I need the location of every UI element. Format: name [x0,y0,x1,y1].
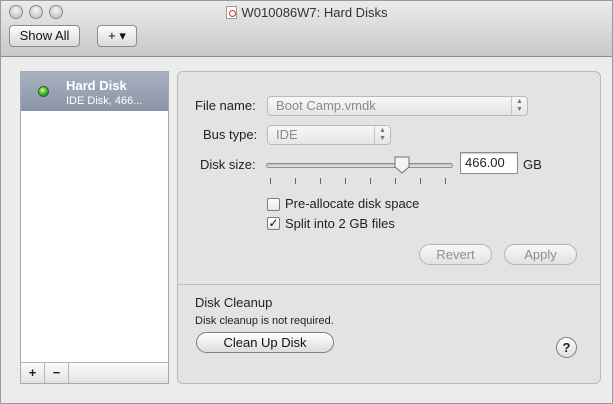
file-name-popup[interactable]: Boot Camp.vmdk ▲ ▼ [267,96,528,116]
slider-tick [320,178,321,184]
popup-arrows-icon: ▲ ▼ [511,97,527,115]
disk-size-field[interactable]: 466.00 [460,152,518,174]
sidebar-item-hard-disk[interactable]: Hard Disk IDE Disk, 466... [21,72,168,111]
apply-button[interactable]: Apply [504,244,577,265]
popup-arrows-icon: ▲ ▼ [374,126,390,144]
bus-type-popup[interactable]: IDE ▲ ▼ [267,125,391,145]
sidebar-footer: + − [21,362,168,383]
bus-type-label: Bus type: [203,127,258,142]
file-name-label: File name: [195,98,256,113]
sidebar-item-name: Hard Disk [66,78,127,93]
disk-size-label: Disk size: [200,157,256,172]
disk-size-unit: GB [523,157,542,172]
hard-disks-window: W010086W7: Hard Disks Show All + ▾ Hard … [0,0,613,404]
show-all-button[interactable]: Show All [9,25,80,47]
slider-tick [395,178,396,184]
split-files-label: Split into 2 GB files [285,216,395,231]
disk-size-slider-track[interactable] [266,163,453,168]
section-divider [178,284,600,285]
disk-size-slider-knob[interactable] [394,156,410,174]
title-bar: W010086W7: Hard Disks Show All + ▾ [1,1,612,57]
clean-up-disk-button[interactable]: Clean Up Disk [196,332,334,353]
slider-tick [270,178,271,184]
preallocate-checkbox[interactable] [267,198,280,211]
slider-tick [370,178,371,184]
slider-tick [445,178,446,184]
window-title-container: W010086W7: Hard Disks [1,5,612,20]
slider-tick [345,178,346,184]
window-title: W010086W7: Hard Disks [241,5,388,20]
sidebar-item-description: IDE Disk, 466... [66,95,143,107]
disk-cleanup-status: Disk cleanup is not required. [195,315,334,327]
slider-tick [420,178,421,184]
help-icon[interactable]: ? [556,337,577,358]
revert-button[interactable]: Revert [419,244,492,265]
checkmark-icon: ✓ [268,216,279,230]
remove-item-button[interactable]: − [45,363,69,383]
document-icon [225,6,237,19]
status-led-icon [38,86,49,97]
split-files-checkbox[interactable]: ✓ [267,217,280,230]
bus-type-value: IDE [276,127,298,142]
slider-tick [295,178,296,184]
add-device-menu-button[interactable]: + ▾ [97,25,137,47]
add-item-button[interactable]: + [21,363,45,383]
file-name-value: Boot Camp.vmdk [276,98,376,113]
disk-cleanup-heading: Disk Cleanup [195,295,273,310]
device-list: Hard Disk IDE Disk, 466... + − [20,71,169,384]
preallocate-label: Pre-allocate disk space [285,196,420,211]
